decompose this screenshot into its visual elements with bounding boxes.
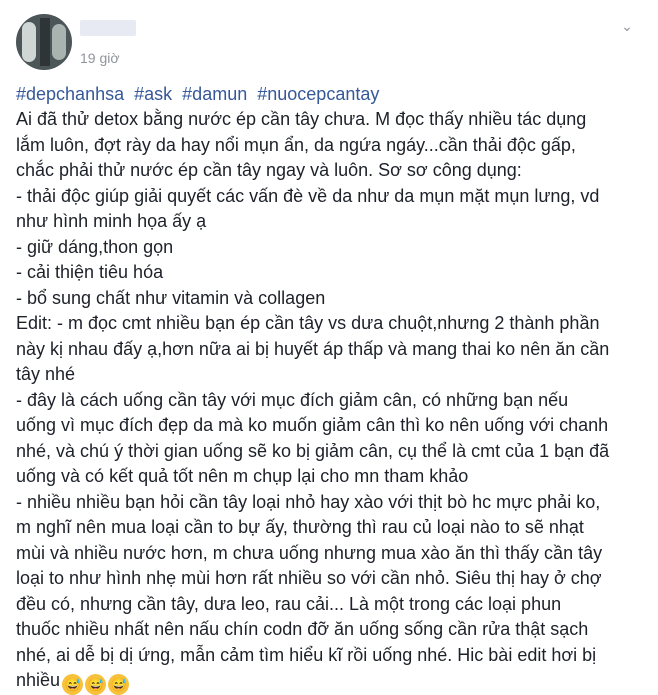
post-line: nhé, ai dễ bị dị ứng, mẫn cảm tìm hiểu k… [16,644,597,665]
post-line: - bổ sung chất như vitamin và collagen [16,287,326,308]
post-line: uống vì mục đích đẹp da mà ko muốn giảm … [16,415,609,435]
avatar[interactable] [16,14,72,70]
post-line: nhé, và chú ý thời gian uống sẽ ko bị gi… [16,440,610,461]
post-line: - thải độc giúp giải quyết các vấn đè về… [16,185,600,206]
post-line: tây nhé [16,364,76,384]
hashtags: #depchanhsa #ask #damun #nuocepcantay [16,82,384,106]
post-line: loại to như hình nhẹ mùi hơn rất nhiều s… [16,568,602,588]
post-line: Edit: - m đọc cmt nhiều bạn ép cần tây v… [16,313,600,333]
post-line: chắc phải thử nước ép cần tây ngay và lu… [16,160,522,180]
post-line: Ai đã thử detox bằng nước ép cần tây chư… [16,109,587,129]
hashtag-link[interactable]: #nuocepcantay [257,84,379,104]
post-line: - nhiều nhiều bạn hỏi cần tây loại nhỏ h… [16,491,601,512]
author-name-redacted[interactable] [80,20,136,36]
post-line: m nghĩ nên mua loại cần to bự ấy, thường… [16,517,584,537]
post-line: nhiều [16,670,61,690]
avatar-shape [22,22,36,62]
post-line: mùi và nhiều nước hơn, m chưa uống nhưng… [16,542,603,563]
hashtag-link[interactable]: #depchanhsa [16,84,124,104]
post-last-line: nhiều 😅 😅 😅 [16,668,646,695]
post-line: đều có, nhưng cần tây, dưa leo, rau cải.… [16,593,562,614]
chevron-down-icon[interactable]: ⌄ [616,18,638,34]
avatar-shape [40,18,50,66]
post-line: uống và có kết quả tốt nên m chụp lại ch… [16,466,469,486]
post-line: - cải thiện tiêu hóa [16,262,164,282]
post-line: - đây là cách uống cần tây với mục đích … [16,389,569,410]
hashtag-link[interactable]: #damun [182,84,247,104]
avatar-shape [52,24,66,60]
hashtag-link[interactable]: #ask [134,84,172,104]
post-time[interactable]: 19 giờ [80,50,120,66]
post-line: - giữ dáng,thon gọn [16,236,174,257]
post-line: lắm luôn, đợt rày da hay nổi mụn ẩn, da … [16,134,576,155]
post-body: Ai đã thử detox bằng nước ép cần tây chư… [16,107,646,695]
post-line: thuốc nhiều nhất nên nấu chín codn đỡ ăn… [16,619,589,639]
post-line: này kị nhau đấy ạ,hơn nữa ai bị huyết áp… [16,338,610,359]
facebook-post: 19 giờ ⌄ #depchanhsa #ask #damun #nuocep… [0,0,658,695]
post-line: như hình minh họa ấy ạ [16,211,207,231]
